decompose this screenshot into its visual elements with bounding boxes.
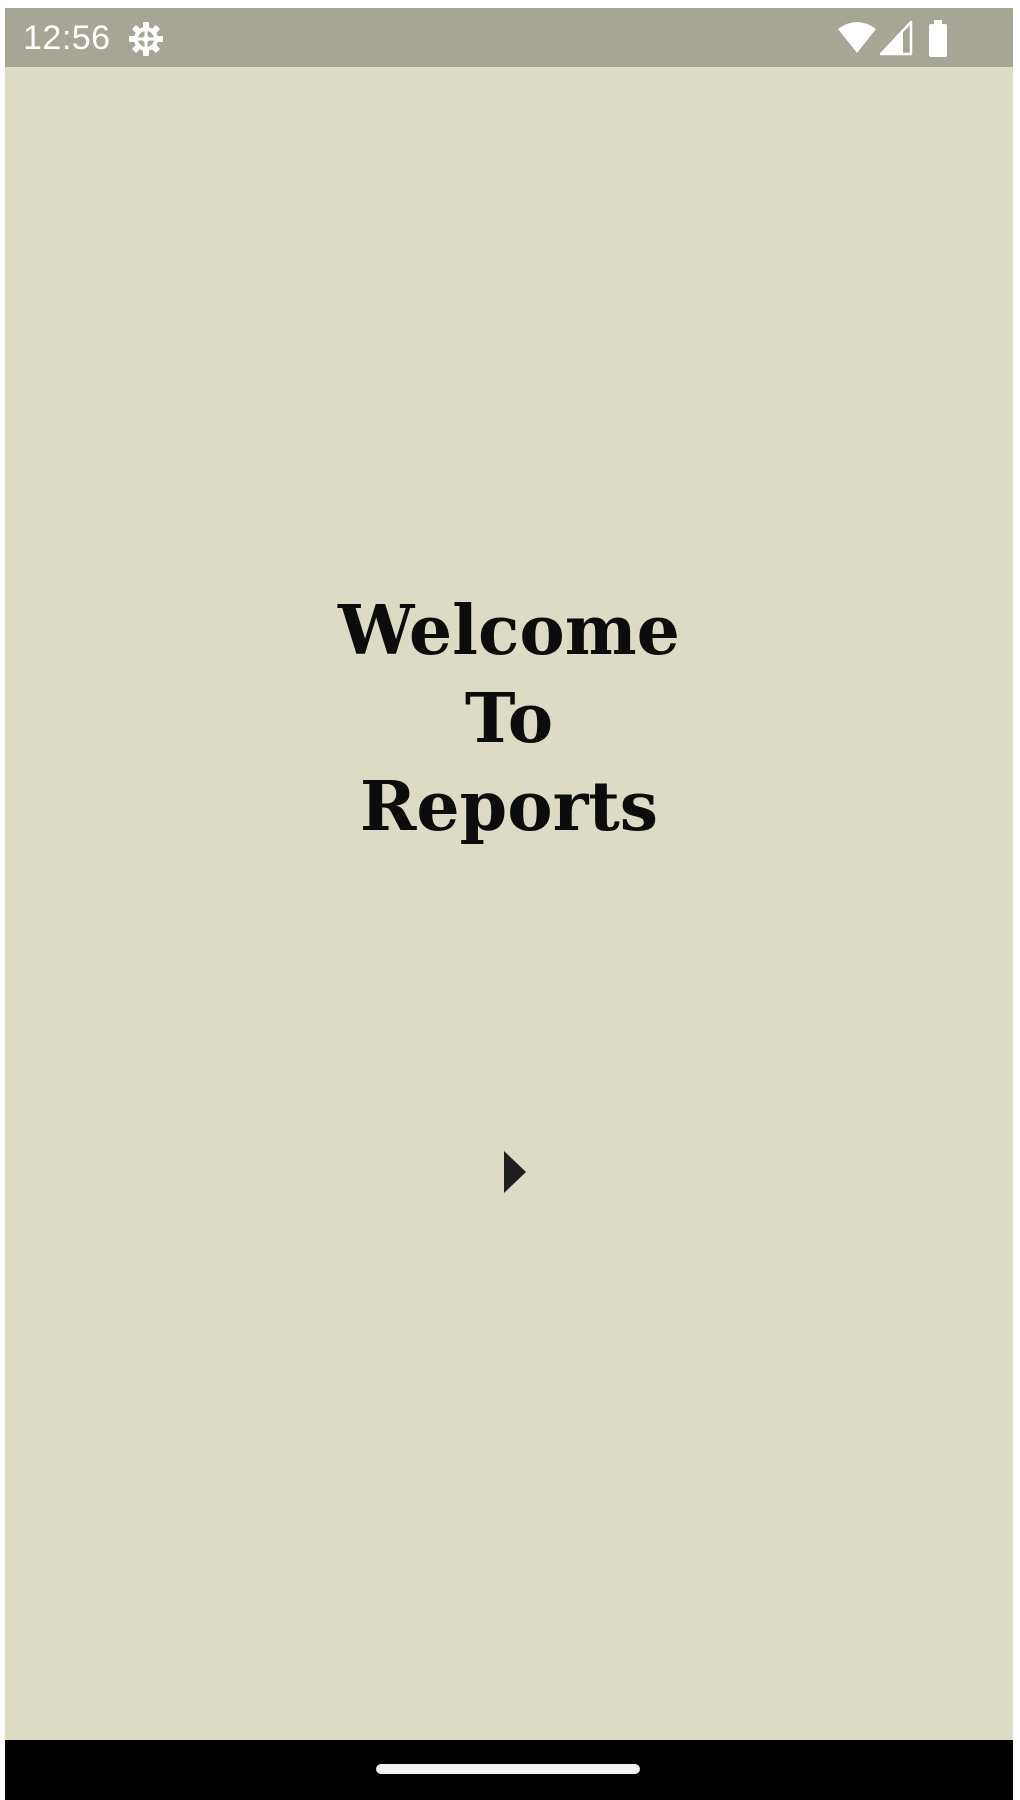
welcome-line-2: To: [464, 679, 554, 759]
status-time: 12:56: [23, 19, 111, 57]
battery-icon: [927, 20, 949, 58]
app-screen: 12:56 Welcome To Reports: [0, 0, 1020, 1800]
welcome-line-1: Welcome: [338, 591, 680, 671]
welcome-title: Welcome To Reports: [5, 587, 1013, 851]
play-arrow-icon[interactable]: [495, 1145, 539, 1199]
cell-signal-icon: [879, 20, 913, 56]
settings-icon: [127, 20, 165, 58]
main-content: Welcome To Reports: [5, 67, 1013, 1740]
welcome-line-3: Reports: [359, 767, 659, 847]
navigation-bar: [5, 1740, 1013, 1800]
home-handle[interactable]: [376, 1764, 640, 1774]
wifi-icon: [837, 20, 877, 56]
status-bar: 12:56: [5, 8, 1013, 67]
